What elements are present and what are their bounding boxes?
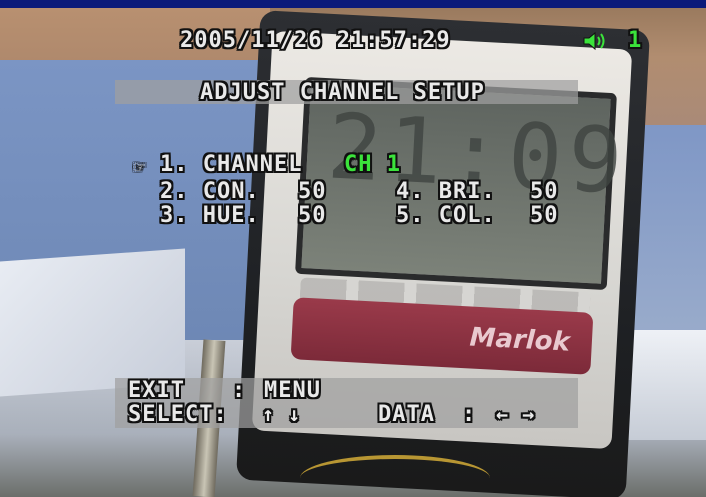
menu-cursor-icon: ☞ <box>134 157 146 178</box>
background-paper <box>0 248 185 397</box>
exit-menu-hint: MENU <box>264 378 321 403</box>
camera-screen: 21:09 Marlok 2005/11/26 21:57:29 1 ADJUS… <box>0 0 706 497</box>
exit-key-label: EXIT <box>128 378 185 403</box>
data-key-label: DATA <box>378 402 435 427</box>
up-down-arrows-icon: ↑ ↓ <box>262 402 302 426</box>
background-wire <box>300 455 490 497</box>
data-separator: : <box>462 402 477 427</box>
menu-item-brightness[interactable]: 4. BRI. <box>396 179 496 204</box>
menu-item-color-value[interactable]: 50 <box>530 203 559 228</box>
speaker-icon <box>583 31 605 51</box>
clock-brand-text: Marlok <box>468 322 571 358</box>
menu-item-hue[interactable]: 3. HUE. <box>160 203 260 228</box>
menu-title: ADJUST CHANNEL SETUP <box>200 80 485 105</box>
menu-item-brightness-value[interactable]: 50 <box>530 179 559 204</box>
menu-item-color[interactable]: 5. COL. <box>396 203 496 228</box>
left-right-arrows-icon: ← → <box>496 402 536 426</box>
top-blue-strip <box>0 0 706 8</box>
menu-item-contrast-value[interactable]: 50 <box>298 179 327 204</box>
select-key-label: SELECT: <box>128 402 228 427</box>
exit-separator: : <box>232 378 247 403</box>
osd-channel-indicator: 1 <box>628 28 643 53</box>
menu-item-channel[interactable]: 1. CHANNEL <box>160 152 302 177</box>
osd-datetime: 2005/11/26 21:57:29 <box>180 28 451 53</box>
menu-item-hue-value[interactable]: 50 <box>298 203 327 228</box>
menu-item-contrast[interactable]: 2. CON. <box>160 179 260 204</box>
menu-item-channel-value[interactable]: CH 1 <box>344 152 401 177</box>
